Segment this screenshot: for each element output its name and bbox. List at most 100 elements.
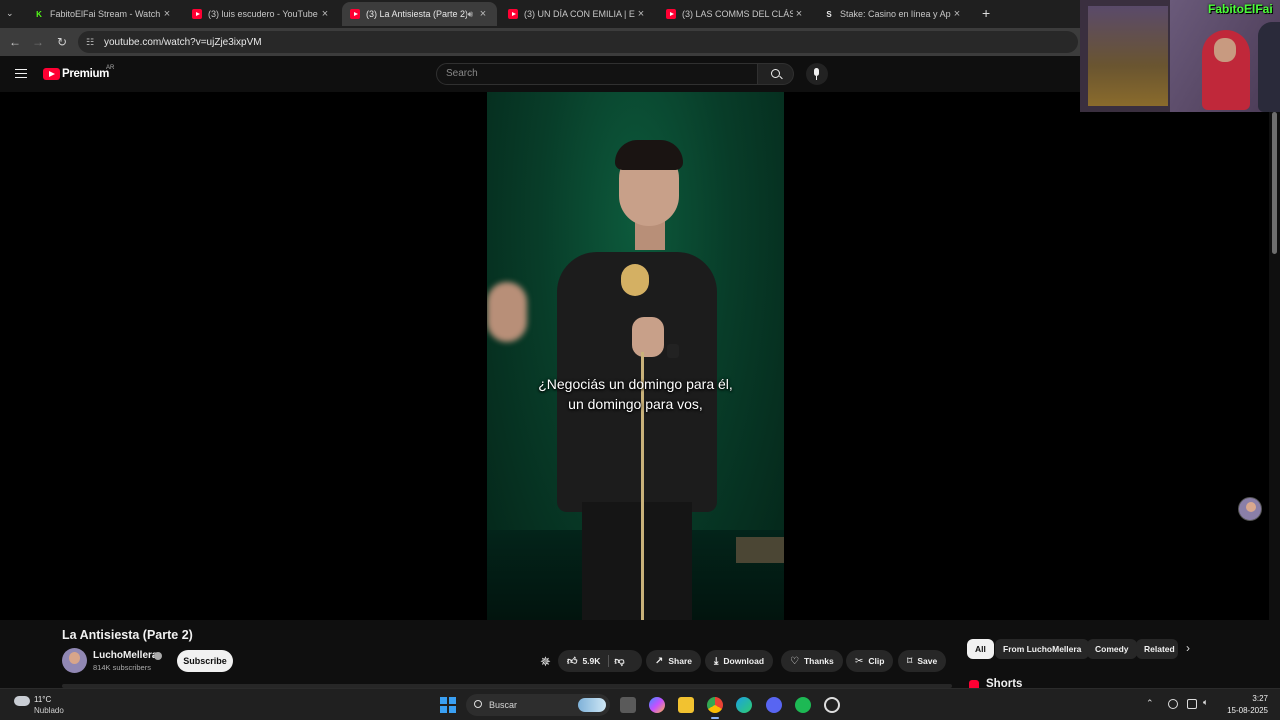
taskbar-search-icon bbox=[474, 700, 482, 708]
tab-search-icon[interactable]: ⌄ bbox=[6, 8, 14, 19]
weather-description[interactable]: Nublado bbox=[34, 706, 64, 715]
file-explorer-icon[interactable] bbox=[678, 697, 694, 713]
close-tab-icon[interactable]: × bbox=[635, 8, 647, 20]
close-tab-icon[interactable]: × bbox=[161, 8, 173, 20]
thanks-button[interactable]: ♡ Thanks bbox=[781, 650, 843, 672]
video-frame[interactable] bbox=[487, 92, 784, 620]
chrome-icon[interactable] bbox=[707, 697, 723, 719]
video-player[interactable]: ¿Negociás un domingo para él, un domingo… bbox=[0, 92, 1269, 620]
windows-taskbar: 11°C Nublado Buscar ⌃ 🔈︎ 3:27 15-08-2025 bbox=[0, 688, 1280, 720]
thumbs-up-icon[interactable]: 👍︎ bbox=[567, 655, 577, 667]
search-icon bbox=[771, 69, 780, 78]
forward-arrow-icon[interactable]: → bbox=[30, 35, 46, 49]
chip-all[interactable]: All bbox=[967, 639, 994, 659]
youtube-icon bbox=[508, 9, 518, 19]
spotify-icon[interactable] bbox=[795, 697, 811, 713]
youtube-logo-icon[interactable] bbox=[43, 68, 60, 80]
youtube-icon bbox=[350, 9, 360, 19]
like-divider bbox=[608, 655, 609, 667]
back-arrow-icon[interactable]: ← bbox=[7, 35, 23, 49]
url-text: youtube.com/watch?v=ujZje3ixpVM bbox=[104, 36, 262, 48]
stage-prop bbox=[736, 537, 784, 563]
webcam-shelf bbox=[1088, 6, 1168, 106]
chip-related[interactable]: Related bbox=[1136, 639, 1178, 659]
hamburger-menu-icon[interactable] bbox=[15, 69, 27, 78]
voice-search-mic-icon[interactable] bbox=[806, 63, 828, 85]
streamer-webcam-overlay bbox=[1080, 0, 1280, 112]
page-scrollbar[interactable] bbox=[1269, 92, 1280, 682]
close-tab-icon[interactable]: × bbox=[319, 8, 331, 20]
close-tab-icon[interactable]: × bbox=[793, 8, 805, 20]
ask-ai-sparkle-icon[interactable]: ✵ bbox=[540, 654, 551, 670]
tab-kick-stream[interactable]: K FabitoElFai Stream - Watch Live × bbox=[26, 2, 181, 26]
microphone-tray-icon[interactable] bbox=[1168, 699, 1178, 709]
chip-comedy[interactable]: Comedy bbox=[1087, 639, 1137, 659]
video-subtitles: ¿Negociás un domingo para él, un domingo… bbox=[487, 374, 784, 414]
verified-badge-icon bbox=[154, 652, 162, 660]
weather-temperature[interactable]: 11°C bbox=[34, 695, 51, 704]
performer-hair bbox=[615, 140, 683, 170]
tray-overflow-chevron-icon[interactable]: ⌃ bbox=[1146, 698, 1154, 709]
subtitle-line: un domingo para vos, bbox=[568, 396, 703, 412]
search-input[interactable]: Search bbox=[436, 63, 758, 85]
network-tray-icon[interactable] bbox=[1187, 699, 1197, 709]
close-tab-icon[interactable]: × bbox=[477, 8, 489, 20]
address-bar[interactable]: ☷ youtube.com/watch?v=ujZje3ixpVM bbox=[78, 31, 1078, 53]
share-button[interactable]: ↗ Share bbox=[646, 650, 702, 672]
site-info-icon[interactable]: ☷ bbox=[86, 37, 98, 48]
kick-icon: K bbox=[36, 9, 42, 19]
app-tray-icon[interactable] bbox=[824, 697, 840, 713]
thanks-heart-icon: ♡ bbox=[790, 655, 799, 667]
chevron-right-icon[interactable]: › bbox=[1186, 641, 1190, 655]
tab-las-comms[interactable]: (3) LAS COMMS DEL CLÁSICO | × bbox=[658, 2, 813, 26]
like-count[interactable]: 5.9K bbox=[582, 656, 600, 666]
youtube-premium-logo[interactable]: Premium bbox=[62, 68, 109, 80]
edge-icon[interactable] bbox=[736, 697, 752, 713]
channel-name[interactable]: LuchoMellera bbox=[93, 650, 157, 661]
close-tab-icon[interactable]: × bbox=[951, 8, 963, 20]
like-dislike-group: 👍︎ 5.9K 👎︎ bbox=[558, 650, 642, 672]
subtitle-line: ¿Negociás un domingo para él, bbox=[538, 376, 733, 392]
audio-playing-icon[interactable]: 🔊︎ bbox=[467, 9, 473, 20]
performer-hand bbox=[632, 317, 664, 357]
download-button[interactable]: ⤓ Download bbox=[705, 650, 774, 672]
tab-un-dia-con-emilia[interactable]: (3) UN DÍA CON EMILIA | ESTAD × bbox=[500, 2, 655, 26]
windows-start-icon[interactable] bbox=[440, 697, 456, 713]
wristwatch bbox=[667, 344, 679, 358]
search-button[interactable] bbox=[758, 63, 794, 85]
save-button[interactable]: ⌑ Save bbox=[898, 650, 947, 672]
share-icon: ↗ bbox=[655, 655, 664, 667]
new-tab-button[interactable]: + bbox=[982, 5, 990, 21]
thumbs-down-icon[interactable]: 👎︎ bbox=[614, 655, 624, 667]
microphone bbox=[621, 264, 649, 296]
video-title: La Antisiesta (Parte 2) bbox=[62, 628, 193, 642]
country-code: AR bbox=[106, 65, 115, 71]
reload-icon[interactable]: ↻ bbox=[54, 35, 70, 49]
weather-cloud-icon[interactable] bbox=[14, 696, 30, 706]
channel-avatar[interactable] bbox=[62, 648, 87, 673]
search-highlight-art bbox=[578, 698, 606, 712]
webcam-person-face bbox=[1214, 38, 1236, 62]
tab-luis-escudero[interactable]: (3) luis escudero - YouTube × bbox=[184, 2, 339, 26]
stake-icon: S bbox=[826, 9, 832, 19]
chip-from-luchomellera[interactable]: From LuchoMellera bbox=[995, 639, 1090, 659]
clip-scissors-icon: ✂ bbox=[855, 655, 864, 667]
tab-la-antisiesta[interactable]: (3) La Antisiesta (Parte 2) - Y 🔊︎ × bbox=[342, 2, 497, 26]
clip-button[interactable]: ✂ Clip bbox=[846, 650, 894, 672]
subscribe-button[interactable]: Subscribe bbox=[177, 650, 233, 672]
taskbar-clock-date[interactable]: 15-08-2025 bbox=[1210, 706, 1268, 715]
performer-pants bbox=[582, 502, 692, 620]
discord-icon[interactable] bbox=[766, 697, 782, 713]
bookmark-icon: ⌑ bbox=[907, 655, 913, 667]
webcam-streamer-name: FabitoElFai bbox=[1208, 2, 1273, 16]
taskbar-clock-time[interactable]: 3:27 bbox=[1226, 694, 1268, 703]
download-icon: ⤓ bbox=[714, 655, 719, 667]
task-view-icon[interactable] bbox=[620, 697, 636, 713]
webcam-person-right bbox=[1258, 22, 1280, 112]
youtube-icon bbox=[666, 9, 676, 19]
tab-stake[interactable]: S Stake: Casino en línea y Apuest × bbox=[816, 2, 971, 26]
channel-watermark-avatar[interactable] bbox=[1238, 497, 1262, 521]
youtube-icon bbox=[192, 9, 202, 19]
copilot-icon[interactable] bbox=[649, 697, 665, 713]
scrollbar-thumb[interactable] bbox=[1272, 112, 1277, 254]
